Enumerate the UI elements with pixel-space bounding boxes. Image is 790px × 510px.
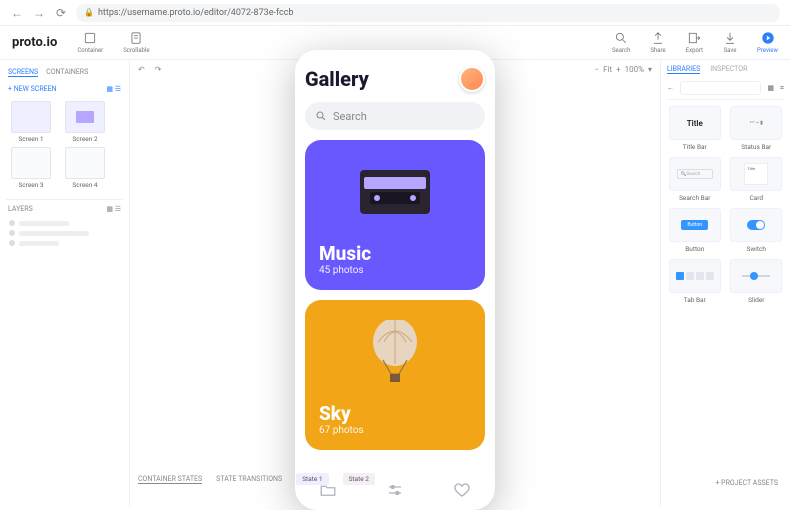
container-states-bar: CONTAINER STATES STATE TRANSITIONS State… (130, 471, 790, 487)
state-pill[interactable]: State 1 (296, 473, 328, 485)
library-back-button[interactable]: ← (667, 84, 674, 92)
scrollable-tool[interactable]: Scrollable (123, 31, 149, 54)
preview-button[interactable]: Preview (757, 31, 778, 54)
layers-view-toggle[interactable]: ▦ ☰ (106, 205, 121, 213)
layers-header: LAYERS ▦ ☰ (6, 199, 123, 218)
screen-thumb[interactable]: Screen 3 (6, 147, 56, 189)
library-search[interactable] (680, 81, 761, 95)
tab-state-transitions[interactable]: STATE TRANSITIONS (216, 475, 282, 483)
save-button[interactable]: Save (723, 31, 737, 54)
state-pill[interactable]: State 2 (343, 473, 375, 485)
lib-item-title-bar[interactable]: TitleTitle Bar (667, 106, 723, 151)
tab-container-states[interactable]: CONTAINER STATES (138, 475, 202, 484)
share-button[interactable]: Share (650, 31, 665, 54)
lib-item-slider[interactable]: Slider (729, 259, 785, 304)
lib-item-switch[interactable]: Switch (729, 208, 785, 253)
tab-inspector[interactable]: INSPECTOR (710, 65, 747, 74)
layer-row[interactable] (6, 238, 123, 248)
lib-item-status-bar[interactable]: ••• ⌁ ▮Status Bar (729, 106, 785, 151)
card-music[interactable]: Music 45 photos (305, 140, 485, 290)
redo-button[interactable]: ↷ (155, 65, 162, 74)
zoom-fit[interactable]: Fit (603, 65, 612, 74)
undo-button[interactable]: ↶ (138, 65, 145, 74)
card-subtitle: 67 photos (319, 425, 471, 436)
forward-button[interactable]: → (32, 6, 46, 20)
right-panel: LIBRARIES INSPECTOR ← ▦ ⌗ TitleTitle Bar… (660, 60, 790, 507)
tab-libraries[interactable]: LIBRARIES (667, 65, 700, 74)
zoom-out-button[interactable]: − (595, 65, 600, 74)
tab-containers[interactable]: CONTAINERS (46, 68, 88, 77)
left-panel: SCREENS CONTAINERS + NEW SCREEN ▦ ☰ Scre… (0, 60, 130, 507)
device-preview[interactable]: Gallery Search Music 45 photos Sky 67 ph… (295, 50, 495, 510)
zoom-level[interactable]: 100% (625, 65, 644, 74)
zoom-dropdown-icon[interactable]: ▾ (648, 65, 652, 74)
lib-item-button[interactable]: ButtonButton (667, 208, 723, 253)
cassette-icon (360, 170, 430, 214)
card-title: Music (319, 242, 471, 265)
export-button[interactable]: Export (686, 31, 703, 54)
library-grid-toggle[interactable]: ▦ (767, 84, 774, 92)
tab-screens[interactable]: SCREENS (8, 68, 38, 77)
search-icon (315, 110, 327, 122)
search-tool[interactable]: Search (612, 31, 630, 54)
layer-row[interactable] (6, 228, 123, 238)
gallery-title: Gallery (305, 67, 369, 91)
card-sky[interactable]: Sky 67 photos (305, 300, 485, 450)
project-assets-button[interactable]: + PROJECT ASSETS (715, 479, 778, 487)
screen-thumb[interactable]: Screen 2 (60, 101, 110, 143)
logo: proto.io (12, 35, 57, 50)
card-subtitle: 45 photos (319, 265, 471, 276)
zoom-in-button[interactable]: + (616, 65, 621, 74)
reload-button[interactable]: ⟳ (54, 6, 68, 20)
left-panel-tabs: SCREENS CONTAINERS (6, 64, 123, 81)
lib-item-card[interactable]: TitleCard (729, 157, 785, 202)
screen-thumb[interactable]: Screen 4 (60, 147, 110, 189)
library-icon[interactable]: ⌗ (780, 84, 784, 93)
lib-item-search-bar[interactable]: 🔍 SearchSearch Bar (667, 157, 723, 202)
layer-row[interactable] (6, 218, 123, 228)
balloon-icon (368, 320, 422, 392)
browser-address-bar: ← → ⟳ 🔒 https://username.proto.io/editor… (0, 0, 790, 26)
screen-thumb[interactable]: Screen 1 (6, 101, 56, 143)
avatar[interactable] (459, 66, 485, 92)
grid-view-toggle[interactable]: ▦ ☰ (106, 85, 121, 93)
gallery-search-input[interactable]: Search (305, 102, 485, 130)
lib-item-tab-bar[interactable]: Tab Bar (667, 259, 723, 304)
url-input[interactable]: 🔒 https://username.proto.io/editor/4072-… (76, 4, 780, 22)
canvas[interactable]: ↶ ↷ − Fit + 100% ▾ Gallery Search (130, 60, 660, 507)
back-button[interactable]: ← (10, 6, 24, 20)
container-tool[interactable]: Container (77, 31, 103, 54)
new-screen-button[interactable]: + NEW SCREEN ▦ ☰ (6, 81, 123, 97)
lock-icon: 🔒 (84, 8, 94, 17)
url-text: https://username.proto.io/editor/4072-87… (98, 8, 294, 18)
card-title: Sky (319, 402, 471, 425)
